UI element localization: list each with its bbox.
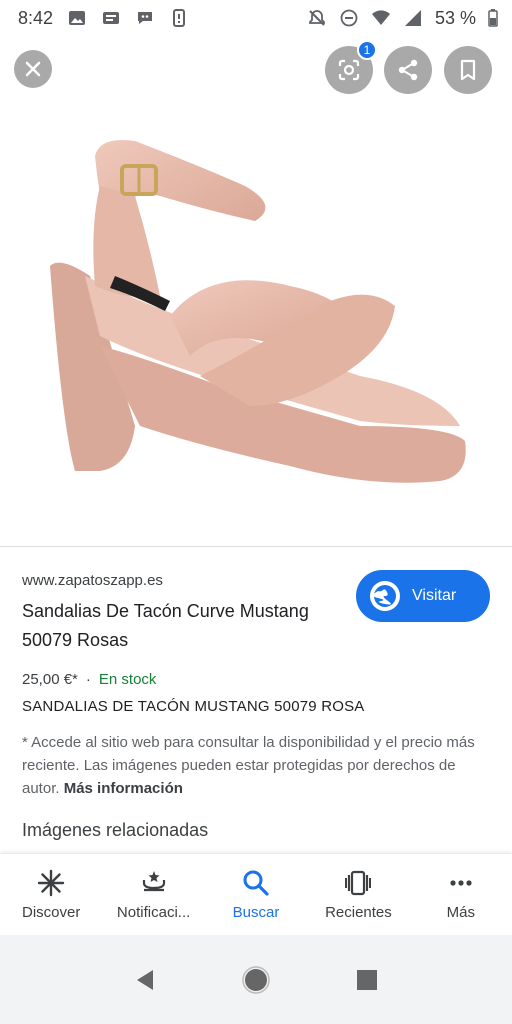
system-nav-bar [0,935,512,1024]
mute-icon [307,8,327,28]
alert-icon [169,8,189,28]
back-button[interactable] [125,960,165,1000]
visit-button[interactable]: Visitar [356,570,490,622]
nav-search[interactable]: Buscar [205,854,307,935]
dnd-icon [339,8,359,28]
clock: 8:42 [18,7,54,28]
home-circle-icon [242,965,270,994]
globe-icon [370,581,400,611]
nav-label: Recientes [325,904,392,921]
nav-label: Buscar [232,904,280,921]
battery-icon [488,8,498,28]
price-row: 25,00 €* · En stock [22,671,492,688]
lens-badge: 1 [357,40,377,60]
result-info: www.zapatoszapp.es Sandalias De Tacón Cu… [22,560,492,841]
related-images-heading: Imágenes relacionadas [22,820,209,840]
visit-label: Visitar [412,587,457,604]
news-icon [101,8,121,28]
status-bar: 8:42 53 % [0,0,512,36]
more-icon [450,880,472,886]
nav-recents[interactable]: Recientes [307,854,409,935]
image-viewer[interactable]: 1 [0,36,512,546]
nav-discover[interactable]: Discover [0,854,102,935]
bookmark-icon [460,59,476,81]
share-icon [398,59,418,81]
home-button[interactable] [236,960,276,1000]
close-icon [25,61,41,77]
nav-more[interactable]: Más [410,854,512,935]
nav-label: Discover [22,904,81,921]
separator: · [85,671,91,688]
battery-text: 53 % [434,7,476,28]
nav-label: Notificaci... [116,904,191,921]
share-button[interactable] [384,46,432,94]
back-triangle-icon [137,969,154,990]
recents-button[interactable] [347,960,387,1000]
bell-icon [142,871,165,892]
photos-icon [67,8,87,28]
save-button[interactable] [444,46,492,94]
asterisk-icon [38,869,65,897]
lens-icon [338,59,360,81]
recents-icon [345,870,372,896]
signal-icon [403,8,423,28]
search-icon [243,870,269,896]
price: 25,00 €* [22,671,78,688]
more-info-link[interactable]: Más información [64,780,183,797]
bottom-nav: Discover Notificaci... Buscar Recientes … [0,853,512,935]
wifi-icon [371,8,391,28]
assistant-icon [135,8,155,28]
disclaimer: * Accede al sitio web para consultar la … [22,731,492,800]
nav-label: Más [446,904,475,921]
product-image [50,140,466,483]
product-title[interactable]: Sandalias De Tacón Curve Mustang 50079 R… [22,597,322,655]
nav-notifications[interactable]: Notificaci... [102,854,204,935]
divider [0,546,512,547]
stock-status: En stock [98,671,157,688]
product-description: SANDALIAS DE TACÓN MUSTANG 50079 ROSA [22,698,365,715]
close-button[interactable] [14,50,52,88]
recents-square-icon [356,969,377,990]
lens-button[interactable]: 1 [325,40,377,94]
